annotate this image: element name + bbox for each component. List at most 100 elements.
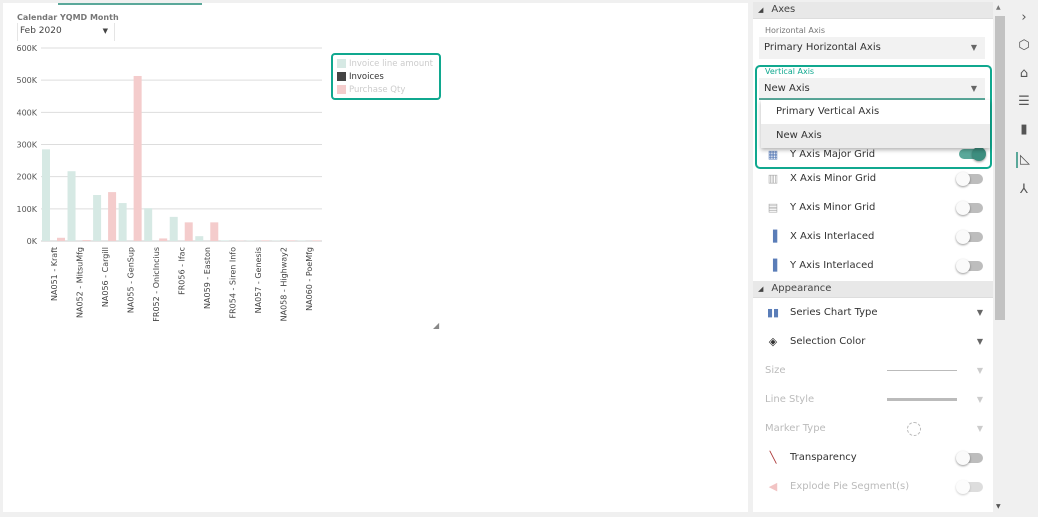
section-appearance[interactable]: ◢ Appearance [753, 281, 993, 298]
scroll-thumb[interactable] [995, 16, 1005, 320]
row-label: Series Chart Type [790, 307, 878, 318]
bar-purchase-qty [210, 222, 219, 241]
bar-purchase-qty [108, 192, 117, 241]
legend-swatch [337, 85, 346, 94]
x-tick-label: NA060 - PoeMfg [305, 247, 314, 311]
chart-canvas: Calendar YQMD Month Feb 2020 ▼ 0K 100K 200K… [3, 3, 748, 512]
row-series-chart-type[interactable]: ▮▮ Series Chart Type ▼ [753, 298, 993, 327]
toggle[interactable] [956, 258, 983, 273]
grid-icon: ▥ [767, 172, 779, 185]
bar-purchase-qty [184, 222, 193, 241]
chevron-down-icon: ▼ [976, 308, 983, 317]
chevron-down-icon: ▼ [976, 366, 983, 375]
scroll-down-icon[interactable]: ▼ [996, 503, 1001, 510]
toggle[interactable] [956, 229, 983, 244]
row-label: Transparency [790, 452, 857, 463]
bar-invoice-line-amount [67, 171, 76, 241]
x-tick-label: NA056 - Cargill [101, 247, 110, 307]
x-tick-label: NA057 - Genesis [254, 247, 263, 313]
toggle[interactable] [956, 450, 983, 465]
bar-invoice-line-amount [220, 240, 229, 241]
bar-invoice-line-amount [118, 203, 127, 241]
vertical-axis-dropdown: Primary Vertical Axis New Axis [761, 100, 990, 148]
row-label: Explode Pie Segment(s) [790, 481, 910, 492]
scroll-up-icon[interactable]: ▲ [996, 4, 1001, 11]
pie-icon: ◀ [768, 480, 778, 493]
bar-invoice-line-amount [42, 149, 50, 241]
x-tick-label: NA055 - GenSup [126, 247, 135, 313]
panel-scrollbar[interactable]: ▲ ▼ [993, 2, 1006, 512]
interlace-icon: ▐ [768, 230, 778, 243]
option-primary-vertical-axis[interactable]: Primary Vertical Axis [761, 100, 990, 124]
horizontal-axis-label: Horizontal Axis [765, 26, 825, 35]
row-transparency[interactable]: ╲ Transparency [753, 443, 993, 472]
legend-label: Purchase Qty [349, 84, 406, 95]
row-x-interlaced[interactable]: ▐ X Axis Interlaced [753, 222, 993, 251]
side-toolbar: › ⬡ ⌂ ☰ ▮ ◺ ⅄ [1008, 0, 1038, 517]
x-tick-label: FR054 - Siren Info [229, 247, 238, 319]
bar-purchase-qty [57, 237, 65, 241]
row-label: Line Style [765, 394, 815, 405]
x-tick-label: NA058 - Highway2 [280, 247, 289, 321]
collapse-icon: ◢ [758, 285, 764, 293]
y-tick-label: 300K [16, 141, 37, 150]
y-tick-label: 400K [16, 108, 37, 117]
legend[interactable]: Invoice line amount Invoices Purchase Qty [331, 53, 441, 100]
resize-handle-icon[interactable]: ◢ [433, 321, 439, 330]
toggle[interactable] [956, 171, 983, 186]
row-selection-color[interactable]: ◈ Selection Color ▼ [753, 327, 993, 356]
collapse-icon: ◢ [758, 6, 764, 14]
legend-label: Invoice line amount [349, 58, 433, 69]
x-tick-label: FR052 - OnicIncius [152, 247, 161, 322]
row-label: X Axis Interlaced [790, 231, 875, 242]
legend-item[interactable]: Invoices [337, 70, 435, 83]
x-tick-label: NA059 - Easton [203, 247, 212, 309]
bar-purchase-qty [82, 240, 91, 241]
grid-icon: ▤ [767, 201, 779, 214]
line-style-line [886, 398, 957, 401]
y-tick-label: 500K [16, 76, 37, 85]
row-y-interlaced[interactable]: ▐ Y Axis Interlaced [753, 251, 993, 280]
transparency-icon: ╲ [769, 451, 777, 464]
row-y-minor-grid[interactable]: ▤ Y Axis Minor Grid [753, 193, 993, 222]
toggle[interactable] [956, 200, 983, 215]
bar-invoice-line-amount [195, 236, 204, 241]
option-new-axis[interactable]: New Axis [761, 124, 990, 148]
row-label: X Axis Minor Grid [790, 173, 877, 184]
chevron-right-icon[interactable]: › [1016, 10, 1032, 26]
chevron-down-icon: ▼ [970, 43, 977, 52]
x-tick-label: NA051 - Kraft [50, 247, 59, 301]
bar-purchase-qty [312, 240, 321, 241]
bar-invoice-line-amount [169, 216, 178, 241]
section-title: Axes [771, 4, 796, 15]
legend-item[interactable]: Invoice line amount [337, 57, 435, 70]
x-tick-label: FR056 - Ifac [178, 247, 187, 295]
home-icon[interactable]: ⌂ [1016, 66, 1032, 82]
3d-axis-icon[interactable]: ⅄ [1016, 182, 1032, 198]
y-tick-label: 0K [27, 237, 38, 246]
y-tick-label: 200K [16, 173, 37, 182]
properties-panel: ◢ Axes Horizontal Axis Primary Horizontal… [753, 2, 993, 512]
table-icon[interactable]: ☰ [1016, 94, 1032, 110]
horizontal-axis-select[interactable]: Primary Horizontal Axis ▼ [759, 37, 985, 59]
row-label: Marker Type [765, 423, 826, 434]
bar-invoice-line-amount [93, 195, 102, 241]
size-line [886, 370, 957, 371]
legend-label: Invoices [349, 71, 384, 82]
chevron-down-icon: ▼ [976, 424, 983, 433]
bar-purchase-qty [261, 240, 270, 241]
row-label: Y Axis Minor Grid [790, 202, 876, 213]
legend-item[interactable]: Purchase Qty [337, 83, 435, 96]
bar-chart-icon: ▮▮ [766, 306, 780, 319]
toggle [956, 479, 983, 494]
bar-chart-icon[interactable]: ▮ [1016, 122, 1032, 138]
bar-invoice-line-amount [144, 208, 153, 241]
row-label: Size [765, 365, 786, 376]
cube-icon[interactable]: ⬡ [1016, 38, 1032, 54]
interlace-icon: ▐ [768, 259, 778, 272]
axis-ruler-icon[interactable]: ◺ [1016, 152, 1032, 168]
x-tick-label: NA052 - MitsuMfg [75, 247, 84, 318]
legend-swatch [337, 72, 346, 81]
section-axes[interactable]: ◢ Axes [753, 2, 993, 19]
row-label: Y Axis Interlaced [790, 260, 874, 271]
